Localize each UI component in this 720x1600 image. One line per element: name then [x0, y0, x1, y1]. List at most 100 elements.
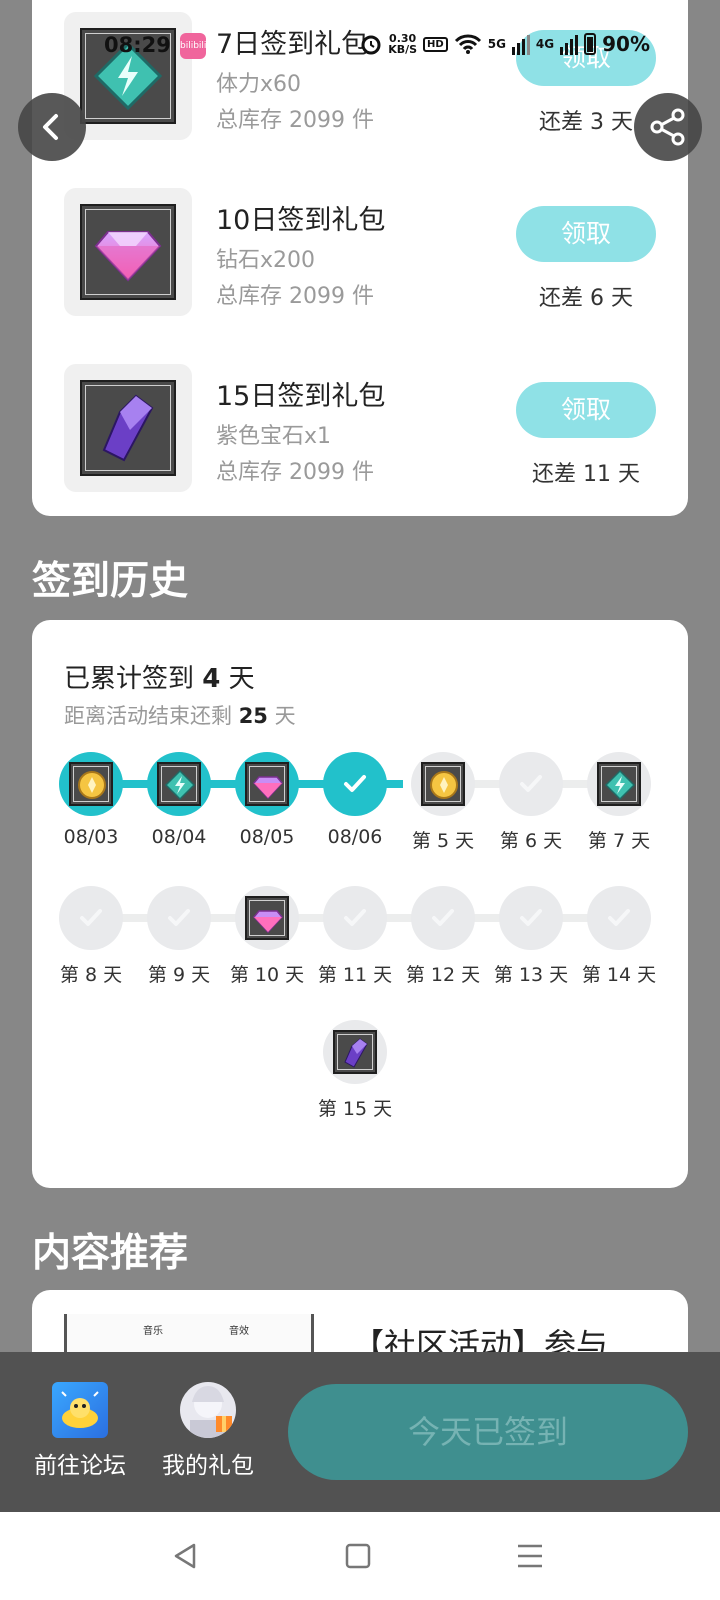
checkin-day: 第 10 天	[223, 886, 311, 987]
recommend-section-title: 内容推荐	[32, 1231, 189, 1276]
my-gifts-label: 我的礼包	[162, 1453, 254, 1479]
day-label: 第 7 天	[587, 830, 651, 852]
back-button[interactable]	[18, 93, 86, 161]
day-status-circle	[147, 886, 211, 950]
checkin-day: 第 14 天	[575, 886, 663, 987]
checkin-day: 08/04	[135, 752, 223, 848]
gift-thumbnail	[64, 364, 192, 492]
day-status-circle	[323, 1020, 387, 1084]
day-label: 第 11 天	[317, 964, 393, 986]
lightning-gem-icon	[597, 762, 641, 806]
nav-menu-button[interactable]	[500, 1532, 560, 1580]
day-label: 08/04	[151, 826, 207, 848]
diamond-icon	[245, 896, 289, 940]
triangle-back-icon	[174, 1543, 196, 1569]
day-status-circle	[59, 752, 123, 816]
day-status-circle	[411, 752, 475, 816]
square-home-icon	[345, 1543, 371, 1569]
day-status-circle	[587, 752, 651, 816]
day-label: 第 5 天	[411, 830, 475, 852]
checkin-day: 第 9 天	[135, 886, 223, 987]
purple-crystal-icon	[333, 1030, 377, 1074]
share-button[interactable]	[634, 93, 702, 161]
day-label: 第 6 天	[499, 830, 563, 852]
check-icon	[520, 775, 542, 792]
gift-pack-card: 7日签到礼包 体力x60 总库存 2099 件 领取 还差 3 天 10日签到礼…	[32, 0, 688, 516]
checkin-day: 08/05	[223, 752, 311, 848]
gift-stock: 总库存 2099 件	[216, 284, 374, 309]
checkin-day: 08/03	[47, 752, 135, 848]
check-icon	[80, 909, 102, 926]
check-icon	[432, 909, 454, 926]
gift-row-15day: 15日签到礼包 紫色宝石x1 总库存 2099 件 领取 还差 11 天	[32, 364, 688, 492]
day-label: 08/03	[63, 826, 119, 848]
gift-reward: 钻石x200	[216, 248, 316, 273]
day-status-circle	[235, 752, 299, 816]
check-icon	[344, 775, 366, 792]
nav-home-button[interactable]	[328, 1532, 388, 1580]
diamond-icon	[245, 762, 289, 806]
forum-icon	[52, 1382, 108, 1438]
gift-title: 10日签到礼包	[216, 205, 386, 236]
day-status-circle	[59, 886, 123, 950]
gift-stock: 总库存 2099 件	[216, 108, 374, 133]
day-label: 08/05	[239, 826, 295, 848]
check-icon	[520, 909, 542, 926]
chevron-left-icon	[43, 114, 58, 140]
claim-button[interactable]: 领取	[516, 382, 656, 438]
check-icon	[344, 909, 366, 926]
checked-in-today-button[interactable]: 今天已签到	[288, 1384, 688, 1480]
day-label: 第 15 天	[317, 1098, 393, 1120]
bottom-action-bar: 前往论坛 我的礼包 今天已签到	[0, 1352, 720, 1512]
day-status-circle	[235, 886, 299, 950]
gift-stock: 总库存 2099 件	[216, 460, 374, 485]
share-icon	[650, 108, 685, 146]
day-status-circle	[147, 752, 211, 816]
day-label: 08/06	[327, 826, 383, 848]
checkin-day: 第 12 天	[399, 886, 487, 987]
gift-title: 7日签到礼包	[216, 29, 369, 60]
day-status-circle	[499, 886, 563, 950]
gift-thumbnail	[64, 188, 192, 316]
checkin-day: 第 6 天	[487, 752, 575, 853]
forum-button[interactable]: 前往论坛	[25, 1382, 135, 1480]
day-status-circle	[323, 752, 387, 816]
checkin-day: 第 5 天	[399, 752, 487, 853]
history-section-title: 签到历史	[32, 559, 189, 604]
days-remaining: 还差 6 天	[539, 286, 633, 311]
gold-coin-icon	[421, 762, 465, 806]
gift-row-10day: 10日签到礼包 钻石x200 总库存 2099 件 领取 还差 6 天	[32, 188, 688, 316]
day-label: 第 10 天	[229, 964, 305, 986]
gift-reward: 紫色宝石x1	[216, 424, 332, 449]
day-status-circle	[411, 886, 475, 950]
diamond-icon	[94, 231, 162, 282]
gift-reward: 体力x60	[216, 72, 302, 97]
gift-row-7day: 7日签到礼包 体力x60 总库存 2099 件 领取 还差 3 天	[32, 12, 688, 140]
day-label: 第 9 天	[147, 964, 211, 986]
checkin-day: 第 8 天	[47, 886, 135, 987]
avatar-gift-icon	[180, 1382, 236, 1438]
system-navigation-bar	[0, 1512, 720, 1600]
day-status-circle	[587, 886, 651, 950]
my-gifts-button[interactable]: 我的礼包	[153, 1382, 263, 1480]
checkin-day: 第 15 天	[311, 1020, 399, 1121]
total-checkin-days: 已累计签到 4 天	[64, 664, 255, 694]
nav-back-button[interactable]	[155, 1532, 215, 1580]
lightning-gem-icon	[157, 762, 201, 806]
claim-button[interactable]: 领取	[516, 30, 656, 86]
lightning-gem-icon	[93, 41, 163, 111]
checkin-day: 第 7 天	[575, 752, 663, 853]
days-remaining: 还差 11 天	[532, 462, 640, 487]
checkin-day: 第 11 天	[311, 886, 399, 987]
day-label: 第 14 天	[581, 964, 657, 986]
gift-title: 15日签到礼包	[216, 381, 386, 412]
claim-button[interactable]: 领取	[516, 206, 656, 262]
day-status-circle	[499, 752, 563, 816]
gold-coin-icon	[69, 762, 113, 806]
checkin-day: 08/06	[311, 752, 399, 848]
check-icon	[168, 909, 190, 926]
check-icon	[608, 909, 630, 926]
day-label: 第 13 天	[493, 964, 569, 986]
day-status-circle	[323, 886, 387, 950]
purple-crystal-icon	[102, 394, 154, 462]
